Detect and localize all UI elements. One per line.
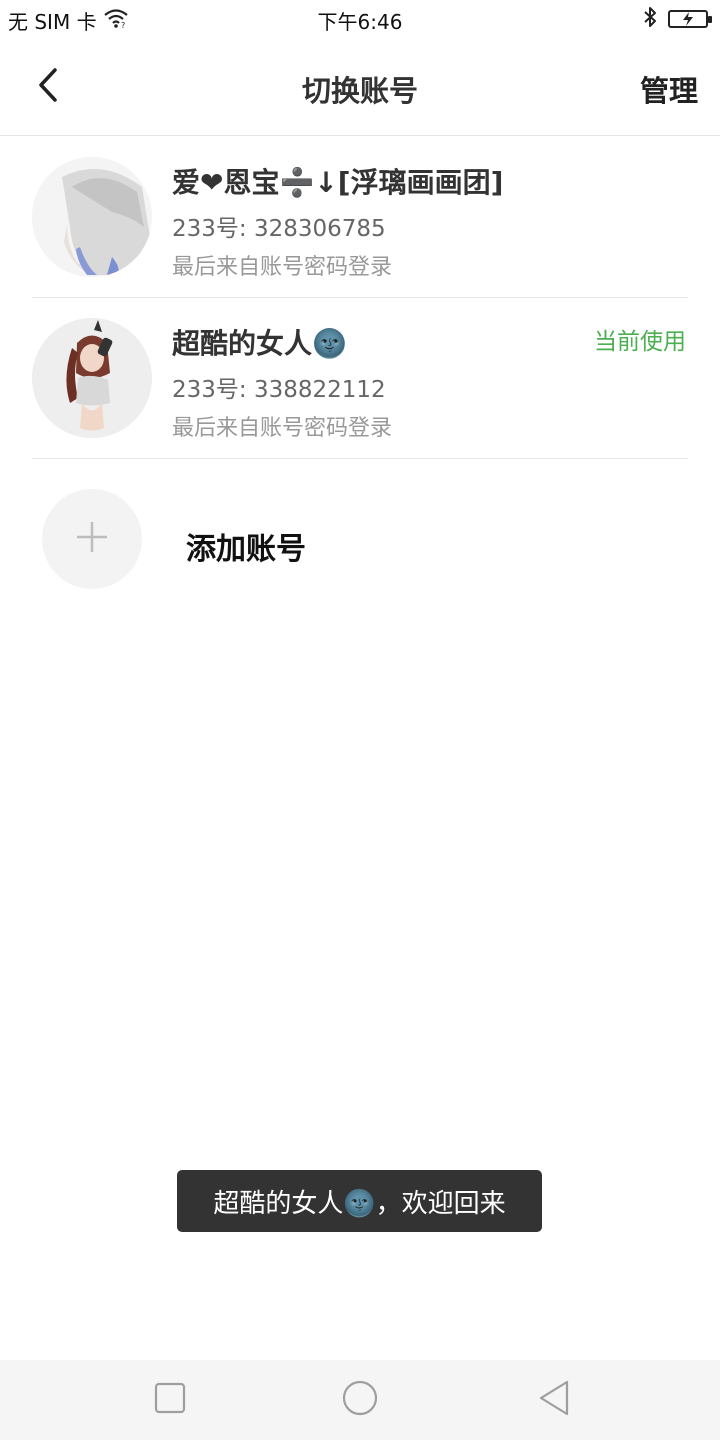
account-item[interactable]: 爱❤恩宝➗↓[浮璃画画团] 233号: 328306785 最后来自账号密码登录 [0, 137, 720, 298]
avatar [32, 157, 152, 277]
welcome-toast: 超酷的女人🌚，欢迎回来 [177, 1170, 542, 1232]
current-account-label: 当前使用 [594, 329, 686, 355]
account-id: 233号: 328306785 [172, 216, 386, 242]
account-login-method: 最后来自账号密码登录 [172, 255, 393, 280]
account-name: 爱❤恩宝➗↓[浮璃画画团] [172, 166, 504, 199]
page-title: 切换账号 [301, 74, 418, 108]
avatar [32, 318, 152, 438]
manage-button[interactable]: 管理 [640, 68, 698, 110]
add-account-button[interactable]: 添加账号 [0, 488, 720, 590]
system-nav-bar [0, 1360, 720, 1440]
account-item[interactable]: 超酷的女人🌚 当前使用 233号: 338822112 最后来自账号密码登录 [0, 298, 720, 459]
divider [32, 458, 688, 459]
status-time: 下午6:46 [317, 10, 403, 34]
account-id: 233号: 338822112 [172, 377, 386, 403]
triangle-back-icon [537, 1379, 571, 1421]
recent-apps-button[interactable] [148, 1378, 192, 1422]
bluetooth-icon [642, 6, 658, 32]
status-bar: 无 SIM 卡 ? 下午6:46 [0, 0, 720, 38]
square-icon [154, 1382, 186, 1418]
add-account-circle[interactable] [42, 489, 142, 589]
add-account-label: 添加账号 [186, 532, 306, 567]
plus-icon [75, 520, 109, 558]
account-name: 超酷的女人🌚 [172, 327, 347, 360]
battery-charging-icon [668, 10, 712, 28]
system-back-button[interactable] [532, 1378, 576, 1422]
circle-icon [341, 1379, 379, 1421]
header: 切换账号 管理 [0, 38, 720, 136]
account-login-method: 最后来自账号密码登录 [172, 416, 393, 441]
toast-text: 超酷的女人🌚，欢迎回来 [213, 1188, 506, 1219]
status-right [642, 6, 712, 32]
home-button[interactable] [338, 1378, 382, 1422]
